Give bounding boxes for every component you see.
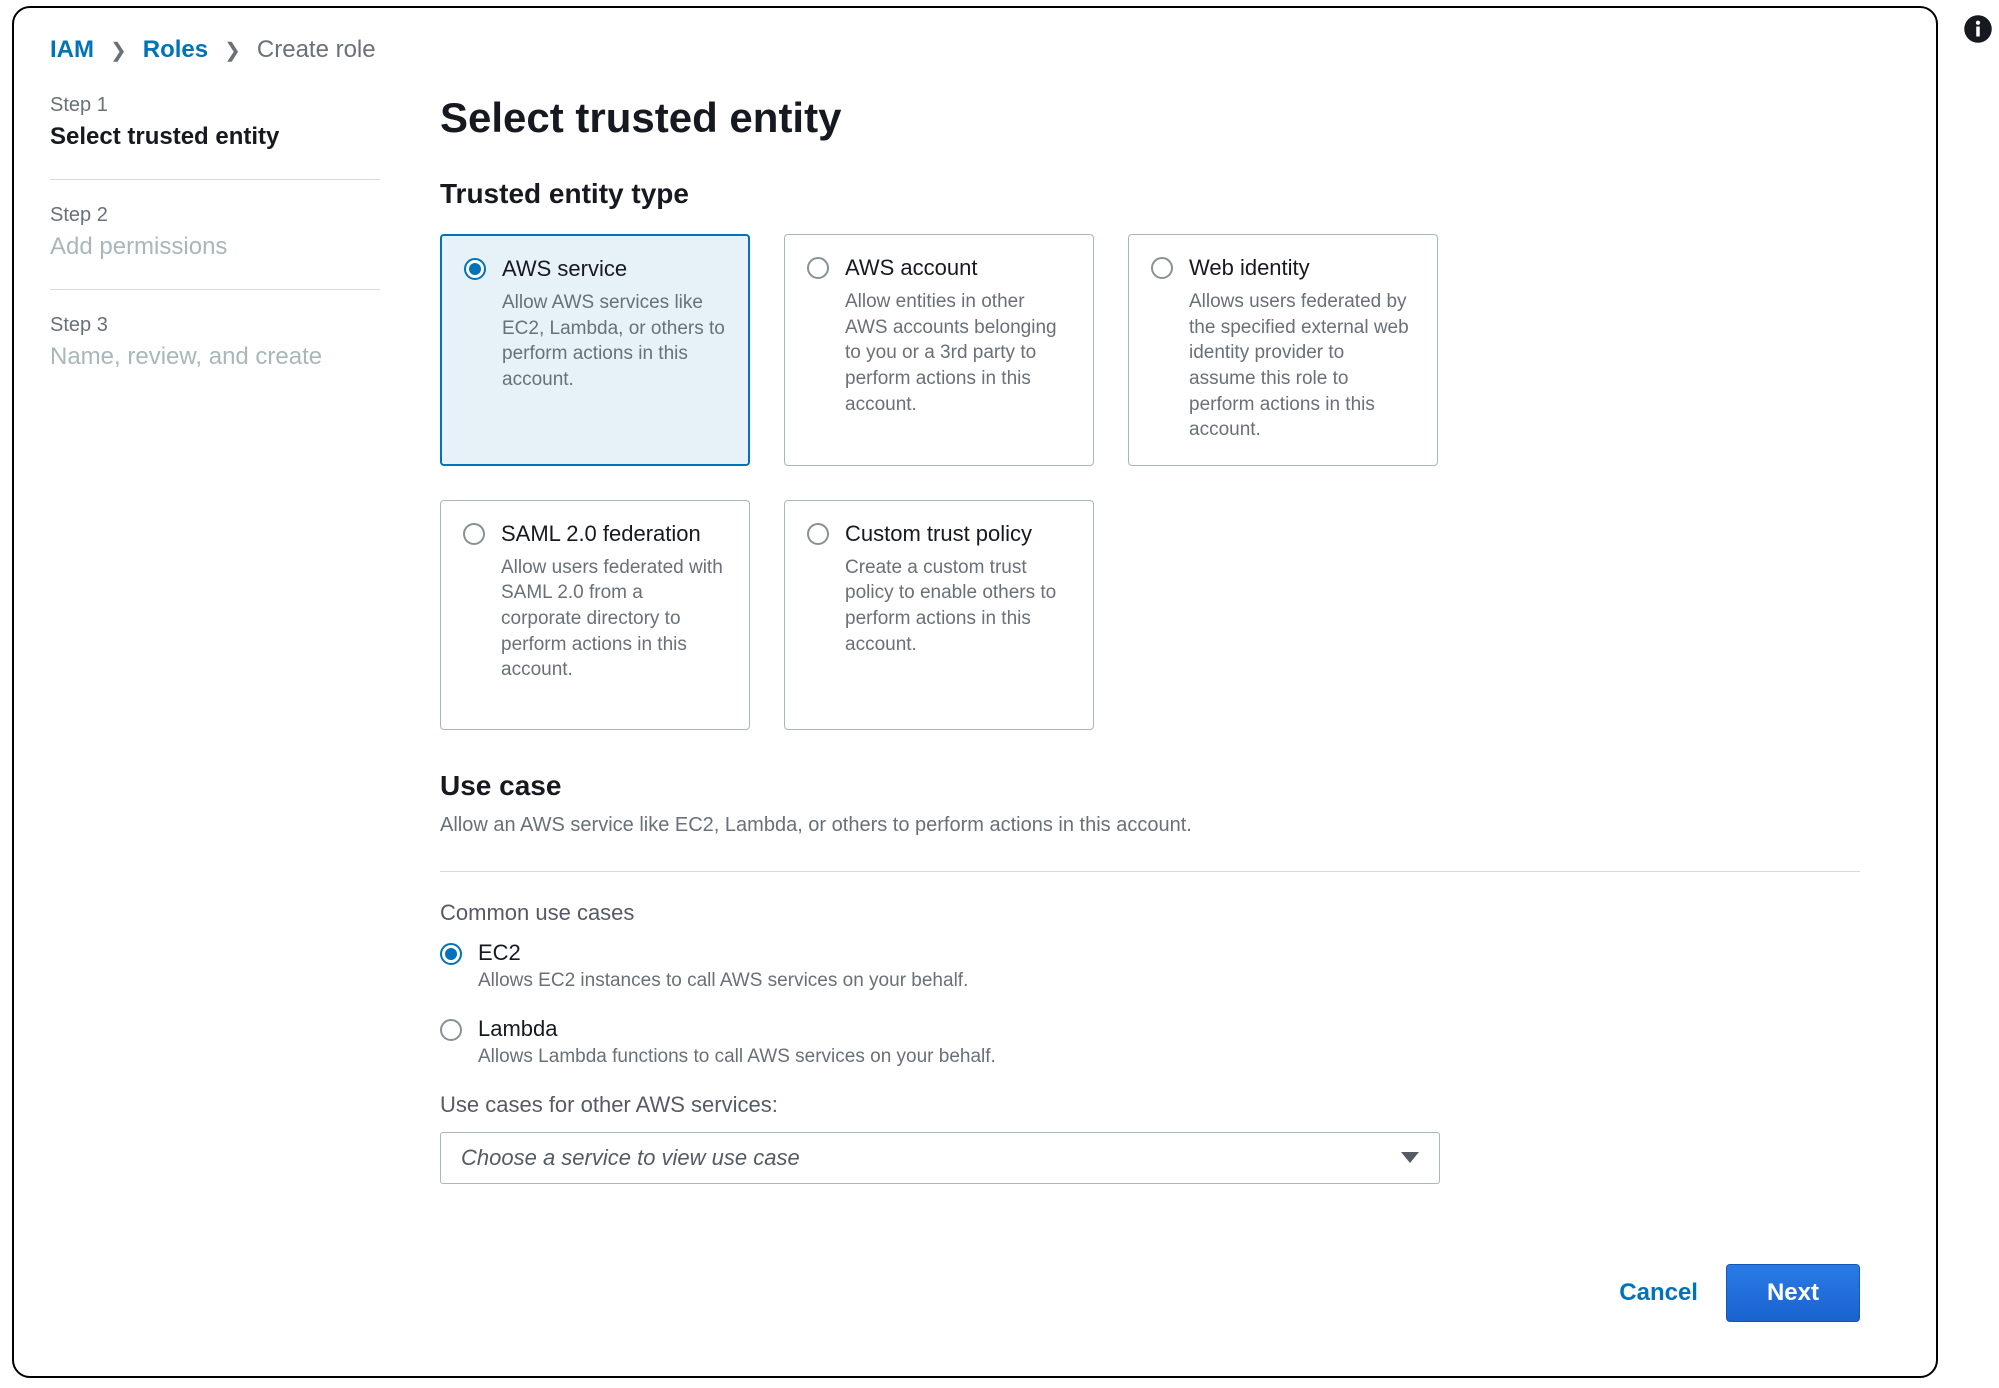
service-dropdown[interactable]: Choose a service to view use case xyxy=(440,1132,1440,1184)
step-title: Select trusted entity xyxy=(50,123,380,151)
card-title: SAML 2.0 federation xyxy=(501,521,727,547)
card-desc: Allow users federated with SAML 2.0 from… xyxy=(501,555,727,683)
radio-title: Lambda xyxy=(478,1016,996,1042)
entity-type-aws-service[interactable]: AWS service Allow AWS services like EC2,… xyxy=(440,234,750,466)
card-title: AWS account xyxy=(845,255,1071,281)
divider xyxy=(440,871,1860,872)
step-title: Name, review, and create xyxy=(50,343,380,371)
cancel-button[interactable]: Cancel xyxy=(1619,1279,1698,1307)
entity-type-web-identity[interactable]: Web identity Allows users federated by t… xyxy=(1128,234,1438,466)
card-title: Custom trust policy xyxy=(845,521,1071,547)
divider xyxy=(50,289,380,290)
radio-icon xyxy=(807,523,829,545)
step-label: Step 1 xyxy=(50,94,380,117)
chevron-right-icon: ❯ xyxy=(224,38,241,63)
entity-type-aws-account[interactable]: AWS account Allow entities in other AWS … xyxy=(784,234,1094,466)
card-desc: Allows users federated by the specified … xyxy=(1189,289,1415,443)
wizard-step-2[interactable]: Step 2 Add permissions xyxy=(50,204,380,281)
info-icon[interactable] xyxy=(1963,14,1993,52)
card-desc: Allow entities in other AWS accounts bel… xyxy=(845,289,1071,417)
entity-type-heading: Trusted entity type xyxy=(440,178,1860,210)
use-case-ec2[interactable]: EC2 Allows EC2 instances to call AWS ser… xyxy=(440,940,1860,992)
breadcrumb-current: Create role xyxy=(257,36,376,64)
dropdown-placeholder: Choose a service to view use case xyxy=(461,1145,800,1171)
card-title: Web identity xyxy=(1189,255,1415,281)
step-title: Add permissions xyxy=(50,233,380,261)
step-label: Step 3 xyxy=(50,314,380,337)
entity-type-custom-trust[interactable]: Custom trust policy Create a custom trus… xyxy=(784,500,1094,730)
card-title: AWS service xyxy=(502,256,726,282)
breadcrumb: IAM ❯ Roles ❯ Create role xyxy=(50,36,1900,64)
radio-title: EC2 xyxy=(478,940,968,966)
radio-icon xyxy=(464,258,486,280)
use-case-lambda[interactable]: Lambda Allows Lambda functions to call A… xyxy=(440,1016,1860,1068)
wizard-footer: Cancel Next xyxy=(1619,1264,1860,1322)
card-desc: Allow AWS services like EC2, Lambda, or … xyxy=(502,290,726,393)
breadcrumb-roles[interactable]: Roles xyxy=(143,36,208,64)
use-case-sub: Allow an AWS service like EC2, Lambda, o… xyxy=(440,814,1860,837)
radio-icon xyxy=(440,943,462,965)
chevron-right-icon: ❯ xyxy=(110,38,127,63)
other-services-heading: Use cases for other AWS services: xyxy=(440,1092,1860,1118)
wizard-step-1[interactable]: Step 1 Select trusted entity xyxy=(50,94,380,171)
breadcrumb-iam[interactable]: IAM xyxy=(50,36,94,64)
card-desc: Create a custom trust policy to enable o… xyxy=(845,555,1071,658)
radio-icon xyxy=(440,1019,462,1041)
caret-down-icon xyxy=(1401,1152,1419,1163)
common-use-cases-heading: Common use cases xyxy=(440,900,1860,926)
radio-icon xyxy=(1151,257,1173,279)
divider xyxy=(50,179,380,180)
entity-type-saml-federation[interactable]: SAML 2.0 federation Allow users federate… xyxy=(440,500,750,730)
next-button[interactable]: Next xyxy=(1726,1264,1860,1322)
page-title: Select trusted entity xyxy=(440,94,1860,142)
entity-type-cards: AWS service Allow AWS services like EC2,… xyxy=(440,234,1860,730)
step-label: Step 2 xyxy=(50,204,380,227)
wizard-steps: Step 1 Select trusted entity Step 2 Add … xyxy=(50,94,380,1334)
create-role-panel: IAM ❯ Roles ❯ Create role Step 1 Select … xyxy=(12,6,1938,1378)
radio-desc: Allows Lambda functions to call AWS serv… xyxy=(478,1046,996,1068)
use-case-heading: Use case xyxy=(440,770,1860,802)
wizard-step-3[interactable]: Step 3 Name, review, and create xyxy=(50,314,380,391)
radio-desc: Allows EC2 instances to call AWS service… xyxy=(478,970,968,992)
radio-icon xyxy=(463,523,485,545)
main-content: Select trusted entity Trusted entity typ… xyxy=(440,94,1900,1334)
radio-icon xyxy=(807,257,829,279)
